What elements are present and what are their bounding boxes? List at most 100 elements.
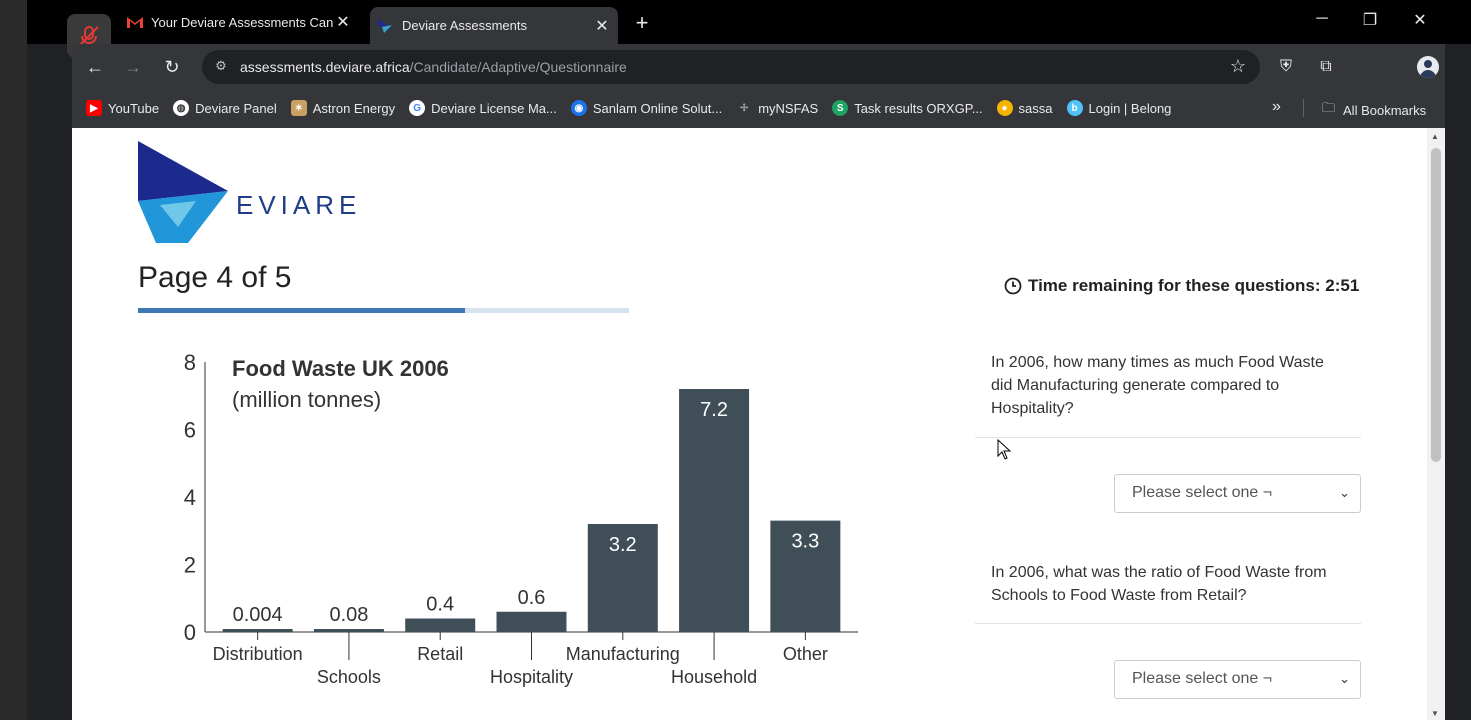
bar-value-label: 0.004 xyxy=(233,604,283,626)
all-bookmarks-label: All Bookmarks xyxy=(1343,102,1427,118)
forward-icon[interactable]: → xyxy=(122,56,144,78)
y-tick-label: 8 xyxy=(184,350,196,375)
bar-value-label: 3.3 xyxy=(791,531,819,553)
tab-deviare-assessments[interactable]: Deviare Assessments ✕ xyxy=(370,7,618,44)
bar xyxy=(405,618,476,632)
bar-value-label: 0.6 xyxy=(518,587,546,609)
site-settings-icon[interactable]: ⚙ xyxy=(212,58,230,76)
tab-gmail[interactable]: Your Deviare Assessments Canc ✕ xyxy=(119,7,359,37)
question-2-select[interactable]: Please select one ¬ ⌄ xyxy=(1114,660,1361,699)
folder-icon: 🗀 xyxy=(1322,100,1336,115)
timer-text: Time remaining for these questions: 2:51 xyxy=(1028,276,1360,295)
back-icon[interactable]: ← xyxy=(84,56,106,78)
question-divider xyxy=(975,623,1361,624)
bookmark-mynsfas[interactable]: ✢ myNSFAS xyxy=(736,94,818,122)
restore-icon[interactable]: ❐ xyxy=(1355,10,1385,30)
menu-kebab-icon[interactable]: ⋮ xyxy=(1411,56,1433,78)
bookmark-sanlam[interactable]: ◉ Sanlam Online Solut... xyxy=(570,94,723,122)
x-tick-label: Distribution xyxy=(213,644,303,664)
deviare-favicon-icon xyxy=(378,18,394,34)
y-tick-label: 6 xyxy=(184,418,196,443)
select-value: Please select one ¬ xyxy=(1132,484,1273,501)
question-1-select[interactable]: Please select one ¬ ⌄ xyxy=(1114,474,1361,513)
bookmark-deviare-license[interactable]: G Deviare License Ma... xyxy=(409,94,557,122)
bookmarks-divider xyxy=(1303,99,1304,117)
bookmark-label: YouTube xyxy=(108,100,160,116)
x-tick-label: Schools xyxy=(317,667,381,687)
url-text: assessments.deviare.africa/Candidate/Ada… xyxy=(240,59,627,75)
bar xyxy=(496,611,567,632)
close-window-icon[interactable]: ✕ xyxy=(1405,10,1435,30)
bookmark-youtube[interactable]: ▶ YouTube xyxy=(86,94,159,122)
question-divider xyxy=(975,437,1361,438)
more-bookmarks-icon[interactable]: » xyxy=(1272,98,1281,116)
page-title: Page 4 of 5 xyxy=(138,261,292,294)
x-tick-label: Hospitality xyxy=(490,667,573,687)
bookmark-label: Astron Energy xyxy=(312,100,396,116)
extensions-puzzle-icon[interactable]: ⧉ xyxy=(1315,56,1337,78)
bookmark-label: Deviare License Ma... xyxy=(431,100,557,116)
clock-icon xyxy=(1004,277,1022,295)
astron-icon: ✶ xyxy=(290,100,307,116)
vertical-scrollbar[interactable]: ▲ ▼ xyxy=(1427,128,1445,720)
sassa-icon: ● xyxy=(996,100,1013,116)
chevron-down-icon: ⌄ xyxy=(1339,671,1350,686)
x-tick-label: Household xyxy=(671,667,757,687)
page-content: EVIARE Page 4 of 5 Time remaining for th… xyxy=(72,128,1427,720)
tab-title: Deviare Assessments xyxy=(402,18,527,33)
bookmark-label: Deviare Panel xyxy=(195,100,277,116)
bookmark-sassa[interactable]: ● sassa xyxy=(996,94,1053,122)
bookmark-login-belong[interactable]: b Login | Belong xyxy=(1066,94,1171,122)
bar xyxy=(679,389,750,632)
google-icon: G xyxy=(409,100,426,116)
sanlam-icon: ◉ xyxy=(570,100,587,116)
bar xyxy=(313,629,384,632)
all-bookmarks-button[interactable]: 🗀 All Bookmarks xyxy=(1322,99,1426,121)
bookmark-task-results[interactable]: S Task results ORXGP... xyxy=(832,94,983,122)
scroll-up-icon[interactable]: ▲ xyxy=(1431,132,1439,141)
gmail-icon xyxy=(127,14,143,30)
close-tab-icon[interactable]: ✕ xyxy=(592,16,612,36)
x-tick-label: Other xyxy=(783,644,828,664)
close-tab-icon[interactable]: ✕ xyxy=(333,12,353,32)
logo-text: EVIARE xyxy=(236,190,362,220)
belong-icon: b xyxy=(1066,100,1083,116)
progress-fill xyxy=(138,308,466,313)
bar-value-label: 7.2 xyxy=(700,399,728,421)
bar-value-label: 0.08 xyxy=(329,604,368,626)
tab-strip: Your Deviare Assessments Canc ✕ Deviare … xyxy=(27,0,1471,44)
bookmark-label: Sanlam Online Solut... xyxy=(592,100,723,116)
bookmark-label: sassa xyxy=(1018,100,1053,116)
y-tick-label: 4 xyxy=(184,485,196,510)
progress-bar xyxy=(138,308,629,313)
nsfas-icon: ✢ xyxy=(740,102,749,114)
y-tick-label: 2 xyxy=(184,553,196,578)
extension-icon[interactable]: ⛨ xyxy=(1275,56,1297,78)
reload-icon[interactable]: ↻ xyxy=(161,56,183,78)
minimize-icon[interactable]: ─ xyxy=(1307,10,1337,28)
desktop-edge xyxy=(0,0,27,720)
x-tick-label: Manufacturing xyxy=(566,644,680,664)
bar xyxy=(222,629,293,632)
x-tick-label: Retail xyxy=(417,644,463,664)
address-bar[interactable]: ⚙ assessments.deviare.africa/Candidate/A… xyxy=(202,50,1260,84)
bookmark-deviare-panel[interactable]: ◍ Deviare Panel xyxy=(173,94,277,122)
bookmark-star-icon[interactable]: ☆ xyxy=(1230,56,1246,77)
tab-title: Your Deviare Assessments Canc xyxy=(151,14,333,30)
browser-toolbar: ← → ↻ ⚙ assessments.deviare.africa/Candi… xyxy=(72,44,1445,88)
question-1-text: In 2006, how many times as much Food Was… xyxy=(991,354,1324,417)
mouse-cursor-icon xyxy=(997,439,1012,460)
new-tab-icon[interactable]: + xyxy=(630,10,654,36)
globe-icon: ◍ xyxy=(173,100,190,116)
select-value: Please select one ¬ xyxy=(1132,670,1273,687)
browser-window: Your Deviare Assessments Canc ✕ Deviare … xyxy=(27,0,1471,720)
question-2-text: In 2006, what was the ratio of Food Wast… xyxy=(991,564,1327,604)
scroll-thumb[interactable] xyxy=(1431,148,1441,462)
bookmarks-bar: ▶ YouTube ◍ Deviare Panel ✶ Astron Energ… xyxy=(72,88,1445,128)
bookmark-astron-energy[interactable]: ✶ Astron Energy xyxy=(290,94,396,122)
scroll-down-icon[interactable]: ▼ xyxy=(1431,709,1439,718)
bookmark-label: myNSFAS xyxy=(758,100,819,116)
task-s-icon: S xyxy=(832,100,849,116)
food-waste-chart: 0 2 4 6 8 Food Waste UK 2006 (million tonnes) 0… xyxy=(184,350,858,687)
bar-value-label: 3.2 xyxy=(609,534,637,556)
